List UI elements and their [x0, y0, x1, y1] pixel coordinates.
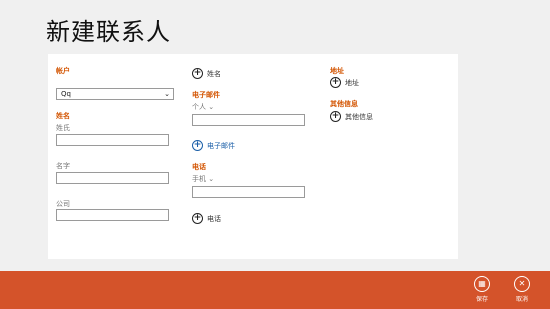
- add-name-label: 姓名: [207, 69, 221, 78]
- add-other-info-label: 其他信息: [345, 112, 373, 121]
- chevron-down-icon: ⌄: [164, 90, 170, 98]
- email-input[interactable]: [192, 114, 305, 126]
- given-name-label: 名字: [56, 162, 70, 170]
- add-email-button[interactable]: + 电子邮件: [192, 140, 235, 151]
- name-section-label: 姓名: [56, 112, 70, 120]
- contact-form: 帐户 Qq ⌄ 姓名 姓氏 名字 公司 + 姓名 电子邮件 个人 ⌄ + 电子邮…: [48, 54, 458, 259]
- save-label: 保存: [475, 296, 488, 303]
- plus-icon: +: [192, 68, 203, 79]
- close-icon: ✕: [514, 276, 530, 292]
- cancel-button[interactable]: ✕ 取消: [510, 276, 534, 303]
- app-bar: ▦ 保存 ✕ 取消: [0, 271, 550, 309]
- add-other-info-button[interactable]: + 其他信息: [330, 111, 373, 122]
- add-email-label: 电子邮件: [207, 141, 235, 150]
- page-title: 新建联系人: [46, 18, 171, 46]
- plus-icon: +: [330, 111, 341, 122]
- surname-label: 姓氏: [56, 124, 70, 132]
- phone-type-value: 手机: [192, 175, 206, 183]
- account-select-value: Qq: [61, 90, 71, 98]
- account-select[interactable]: Qq ⌄: [56, 88, 174, 100]
- chevron-down-icon: ⌄: [208, 175, 215, 183]
- company-input[interactable]: [56, 209, 169, 221]
- plus-icon: +: [192, 140, 203, 151]
- add-phone-label: 电话: [207, 214, 221, 223]
- surname-input[interactable]: [56, 134, 169, 146]
- add-address-button[interactable]: + 地址: [330, 77, 359, 88]
- email-type-value: 个人: [192, 103, 206, 111]
- chevron-down-icon: ⌄: [208, 103, 215, 111]
- phone-type-dropdown[interactable]: 手机 ⌄: [192, 174, 214, 184]
- save-button[interactable]: ▦ 保存: [470, 276, 494, 303]
- save-icon: ▦: [474, 276, 490, 292]
- phone-input[interactable]: [192, 186, 305, 198]
- phone-label: 电话: [192, 163, 206, 171]
- given-name-input[interactable]: [56, 172, 169, 184]
- other-info-label: 其他信息: [330, 100, 358, 108]
- account-label: 帐户: [56, 67, 70, 75]
- email-type-dropdown[interactable]: 个人 ⌄: [192, 102, 214, 112]
- add-name-button[interactable]: + 姓名: [192, 68, 221, 79]
- company-label: 公司: [56, 200, 70, 208]
- plus-icon: +: [192, 213, 203, 224]
- email-label: 电子邮件: [192, 91, 220, 99]
- add-address-label: 地址: [345, 78, 359, 87]
- cancel-label: 取消: [515, 296, 528, 303]
- add-phone-button[interactable]: + 电话: [192, 213, 221, 224]
- plus-icon: +: [330, 77, 341, 88]
- address-label: 地址: [330, 67, 344, 75]
